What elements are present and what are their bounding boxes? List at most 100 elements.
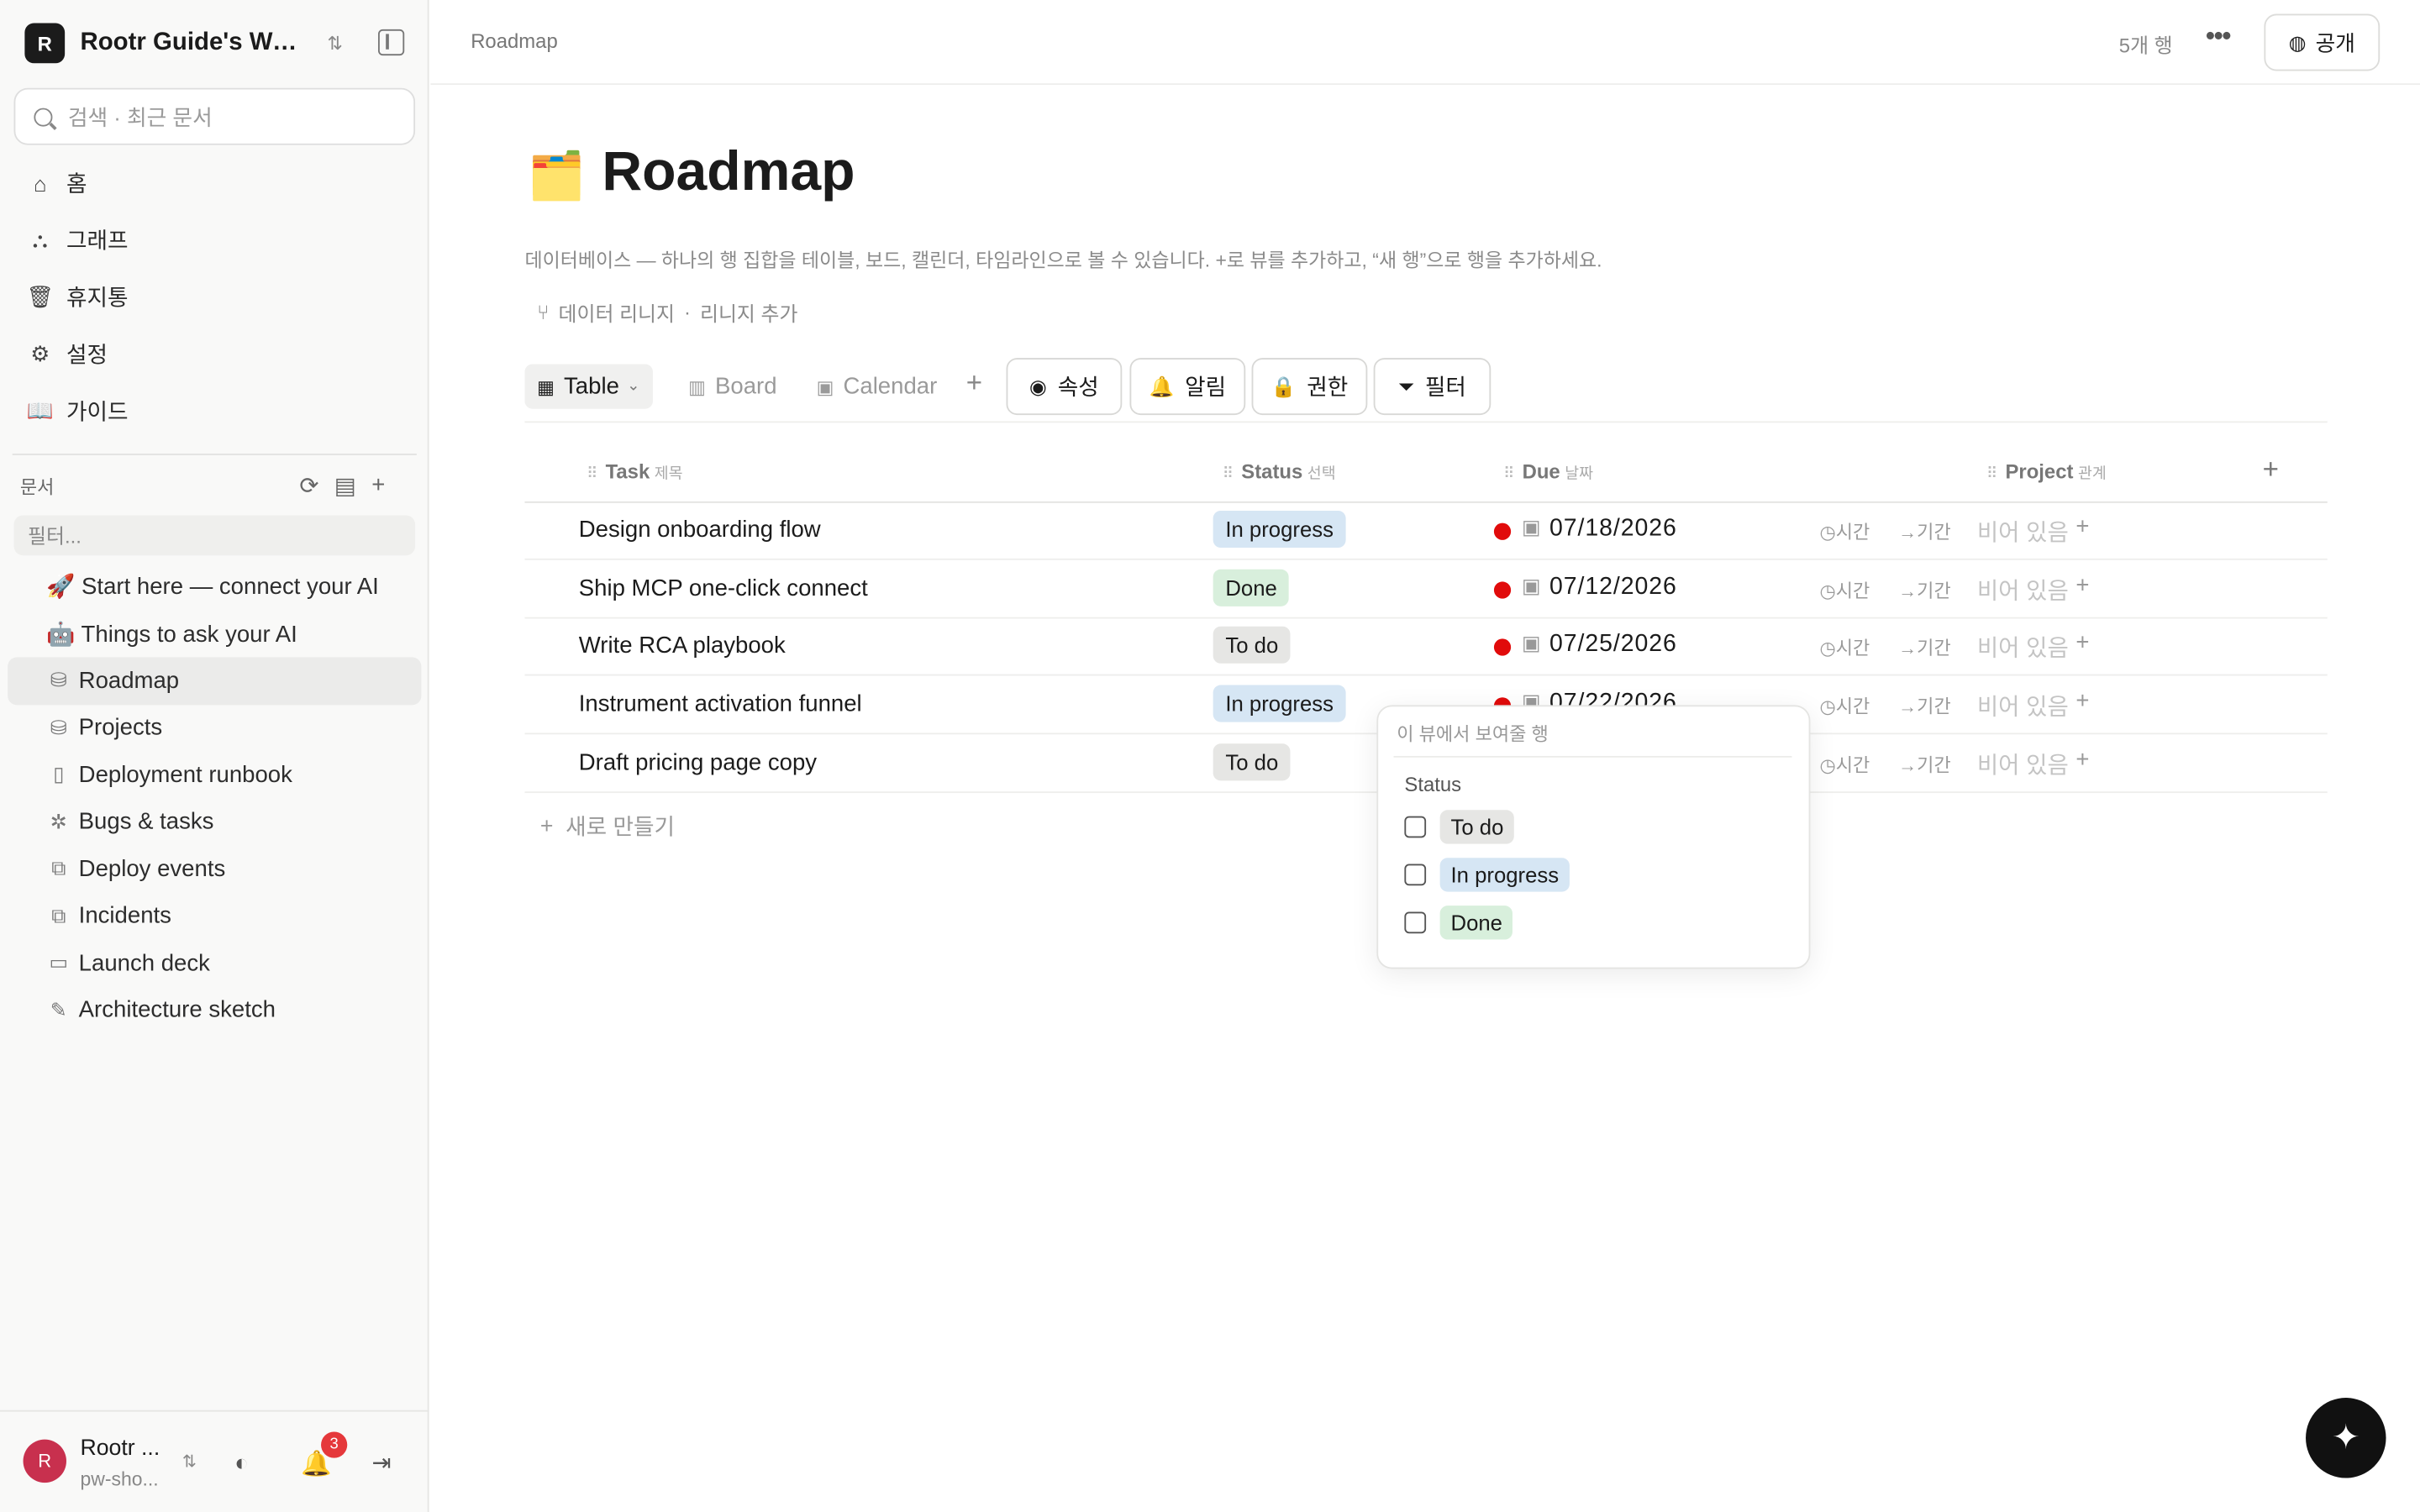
tab-calendar[interactable]: ▣ Calendar (804, 364, 950, 408)
drag-handle-icon[interactable]: ⠿ (587, 466, 597, 483)
due-date[interactable]: 07/25/2026 (1549, 631, 1677, 659)
range-chip[interactable]: →기간 (1898, 577, 1951, 603)
doc-item-things-to-ask[interactable]: 🤖 Things to ask your AI (8, 610, 421, 657)
drag-handle-icon[interactable]: ⠿ (1223, 466, 1234, 483)
task-cell[interactable]: Design onboarding flow (579, 517, 821, 543)
table-row[interactable]: Design onboarding flow In progress ▣ 07/… (524, 501, 2328, 560)
checkbox[interactable] (1404, 864, 1427, 886)
lineage-add[interactable]: 리니지 추가 (700, 297, 797, 327)
range-chip[interactable]: →기간 (1898, 518, 1951, 544)
sidebar-item-graph[interactable]: ⛬ 그래프 (15, 212, 413, 269)
column-type: 관계 (2077, 465, 2107, 483)
add-doc-icon[interactable]: + (371, 472, 385, 500)
doc-item-projects[interactable]: ⛁ Projects (8, 704, 421, 751)
project-empty[interactable]: 비어 있음 (1977, 574, 2069, 606)
tab-board[interactable]: ▥ Board (676, 364, 789, 408)
filter-option-done[interactable]: Done (1404, 904, 1513, 941)
doc-filter-input[interactable] (28, 523, 383, 548)
time-chip[interactable]: ◷시간 (1819, 518, 1870, 544)
sidebar-item-home[interactable]: ⌂ 홈 (15, 155, 413, 212)
search-input[interactable] (67, 103, 377, 129)
add-column-icon[interactable]: + (2263, 454, 2279, 486)
project-empty[interactable]: 비어 있음 (1977, 515, 2069, 548)
column-header-task[interactable]: ⠿ Task 제목 (587, 459, 683, 483)
public-button[interactable]: ◍ 공개 (2264, 13, 2381, 71)
checkbox[interactable] (1404, 816, 1427, 838)
doc-item-architecture-sketch[interactable]: ✎ Architecture sketch (8, 987, 421, 1034)
project-empty[interactable]: 비어 있음 (1977, 748, 2069, 781)
task-cell[interactable]: Draft pricing page copy (579, 750, 817, 776)
theme-toggle-icon[interactable]: ◐ (234, 1450, 249, 1476)
filter-option-todo[interactable]: To do (1404, 808, 1515, 845)
sidebar-item-guide[interactable]: 📖 가이드 (15, 383, 413, 440)
bell-icon: 🔔 (1149, 374, 1175, 397)
sidebar-item-trash[interactable]: 🗑 휴지통 (15, 269, 413, 326)
due-date[interactable]: 07/18/2026 (1549, 515, 1677, 543)
refresh-icon[interactable]: ⟳ (299, 472, 318, 500)
range-chip[interactable]: →기간 (1898, 693, 1951, 719)
time-chip[interactable]: ◷시간 (1819, 693, 1870, 719)
alerts-button[interactable]: 🔔 알림 (1129, 358, 1246, 416)
logout-icon[interactable]: ⇥ (372, 1449, 392, 1476)
time-chip[interactable]: ◷시간 (1819, 634, 1870, 660)
status-badge[interactable]: Done (1213, 569, 1290, 606)
properties-button[interactable]: ◉ 속성 (1006, 358, 1123, 416)
permissions-button[interactable]: 🔒 권한 (1251, 358, 1368, 416)
table-row[interactable]: Write RCA playbook To do ▣ 07/25/2026 ◷시… (524, 617, 2328, 676)
new-row-button[interactable]: + 새로 만들기 (540, 810, 675, 843)
avatar[interactable]: R (23, 1439, 66, 1483)
due-date[interactable]: 07/12/2026 (1549, 574, 1677, 601)
status-badge[interactable]: In progress (1213, 510, 1346, 549)
drag-handle-icon[interactable]: ⠿ (1986, 466, 1997, 483)
drag-handle-icon[interactable]: ⠿ (1503, 466, 1514, 483)
status-badge[interactable]: To do (1213, 626, 1291, 664)
chevron-up-down-icon[interactable]: ⇅ (182, 1452, 197, 1472)
time-chip[interactable]: ◷시간 (1819, 751, 1870, 777)
sidebar-item-settings[interactable]: ⚙ 설정 (15, 326, 413, 383)
template-icon[interactable]: ▤ (334, 472, 356, 500)
ai-assistant-button[interactable]: ✦ (2306, 1398, 2386, 1478)
breadcrumb[interactable]: Roadmap (471, 29, 558, 53)
add-relation-icon[interactable]: + (2075, 629, 2089, 655)
doc-filter[interactable] (13, 515, 416, 556)
table-row[interactable]: Ship MCP one-click connect Done ▣ 07/12/… (524, 560, 2328, 619)
doc-item-incidents[interactable]: ⧉ Incidents (8, 893, 421, 940)
doc-item-start-here[interactable]: 🚀 Start here — connect your AI (8, 563, 421, 610)
sidebar-collapse-icon[interactable] (377, 29, 405, 56)
status-badge[interactable]: In progress (1213, 685, 1346, 722)
doc-item-bugs-tasks[interactable]: ✲ Bugs & tasks (8, 798, 421, 845)
more-options-icon[interactable]: ••• (2206, 20, 2232, 53)
status-badge[interactable]: To do (1213, 743, 1291, 781)
doc-item-deployment-runbook[interactable]: ▯ Deployment runbook (8, 751, 421, 798)
column-header-status[interactable]: ⠿ Status 선택 (1223, 459, 1336, 483)
add-relation-icon[interactable]: + (2075, 688, 2089, 714)
add-relation-icon[interactable]: + (2075, 514, 2089, 540)
page-title[interactable]: Roadmap (602, 139, 855, 203)
task-cell[interactable]: Ship MCP one-click connect (579, 575, 868, 601)
filter-option-in-progress[interactable]: In progress (1404, 856, 1570, 893)
project-empty[interactable]: 비어 있음 (1977, 631, 2069, 664)
doc-item-deploy-events[interactable]: ⧉ Deploy events (8, 846, 421, 893)
column-header-project[interactable]: ⠿ Project 관계 (1986, 459, 2107, 483)
add-view-icon[interactable]: + (966, 367, 982, 400)
tab-table[interactable]: ▦ Table ⌄ (524, 364, 653, 409)
data-lineage[interactable]: ⑂ 데이터 리니지 · 리니지 추가 (537, 297, 797, 327)
checkbox[interactable] (1404, 911, 1427, 934)
range-chip[interactable]: →기간 (1898, 634, 1951, 660)
search-box[interactable] (13, 87, 416, 145)
column-name: Task (605, 459, 650, 483)
doc-item-launch-deck[interactable]: ▭ Launch deck (8, 940, 421, 987)
task-cell[interactable]: Write RCA playbook (579, 633, 786, 659)
page-emoji-icon[interactable]: 🗂️ (528, 150, 586, 203)
workspace-switcher[interactable]: R Rootr Guide's Workspace ⇅ (24, 22, 410, 65)
add-relation-icon[interactable]: + (2075, 572, 2089, 598)
task-cell[interactable]: Instrument activation funnel (579, 691, 862, 717)
add-relation-icon[interactable]: + (2075, 747, 2089, 773)
project-empty[interactable]: 비어 있음 (1977, 690, 2069, 722)
column-header-due[interactable]: ⠿ Due 날짜 (1503, 459, 1593, 483)
calendar-icon: ▣ (1521, 515, 1541, 539)
doc-item-roadmap[interactable]: ⛁ Roadmap (8, 657, 422, 705)
time-chip[interactable]: ◷시간 (1819, 577, 1870, 603)
filter-button[interactable]: ⏷ 필터 (1373, 358, 1491, 416)
range-chip[interactable]: →기간 (1898, 751, 1951, 777)
